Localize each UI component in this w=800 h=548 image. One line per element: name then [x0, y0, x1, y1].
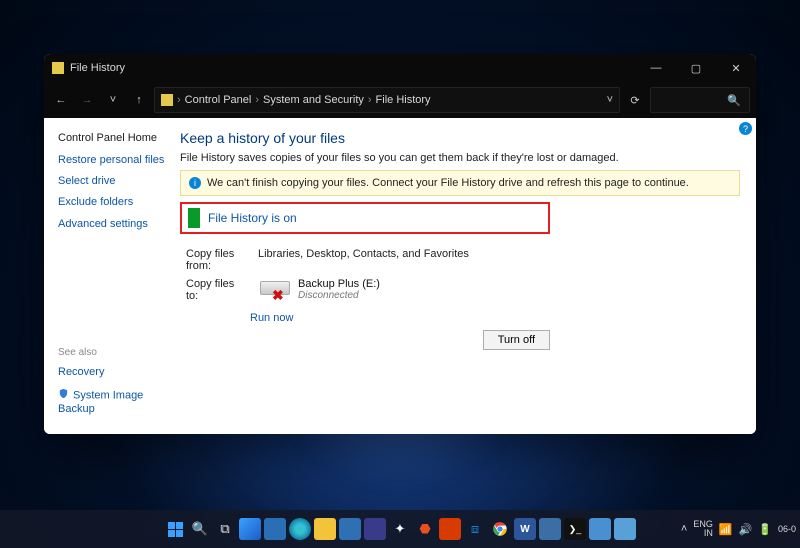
battery-icon[interactable]: 🔋 — [758, 523, 772, 536]
close-button[interactable]: ✕ — [716, 54, 756, 82]
forward-button[interactable]: → — [76, 88, 98, 112]
chevron-right-icon: › — [255, 94, 259, 106]
tray-chevron-icon[interactable]: ˄ — [681, 523, 687, 535]
app-icon — [52, 62, 64, 74]
wifi-icon[interactable]: 📶 — [719, 523, 733, 536]
office-icon[interactable] — [439, 518, 461, 540]
seealso-system-image-backup[interactable]: System Image Backup — [58, 388, 170, 416]
terminal-icon[interactable]: ❯_ — [564, 518, 586, 540]
page-title: Keep a history of your files — [180, 130, 740, 146]
breadcrumb[interactable]: Control Panel — [185, 94, 252, 106]
address-dropdown-icon[interactable]: ˅ — [607, 94, 613, 106]
titlebar: File History — ▢ ✕ — [44, 54, 756, 82]
drive-icon: ✖ — [258, 279, 292, 301]
word-icon[interactable]: W — [514, 518, 536, 540]
shield-icon — [58, 388, 69, 403]
address-icon — [161, 94, 173, 106]
turn-off-button[interactable]: Turn off — [483, 330, 550, 350]
details-panel: Copy files from: Libraries, Desktop, Con… — [180, 244, 550, 324]
navigation-bar: ← → ˅ ↑ › Control Panel › System and Sec… — [44, 82, 756, 118]
copy-from-label: Copy files from: — [182, 246, 252, 274]
sidebar-item-exclude-folders[interactable]: Exclude folders — [58, 196, 170, 209]
drive-status: Disconnected — [298, 290, 380, 301]
status-badge-icon — [188, 208, 200, 228]
recent-locations-button[interactable]: ˅ — [102, 88, 124, 112]
clock[interactable]: 06-0 — [778, 525, 796, 534]
taskbar-app-icon[interactable] — [614, 518, 636, 540]
seealso-recovery[interactable]: Recovery — [58, 366, 170, 379]
main-panel: Keep a history of your files File Histor… — [174, 118, 756, 434]
dropbox-icon[interactable]: ⧈ — [464, 518, 486, 540]
breadcrumb[interactable]: File History — [376, 94, 431, 106]
page-description: File History saves copies of your files … — [180, 152, 740, 164]
status-box: File History is on — [180, 202, 550, 234]
address-bar[interactable]: › Control Panel › System and Security › … — [154, 87, 620, 113]
content-area: ? Control Panel Home Restore personal fi… — [44, 118, 756, 434]
taskbar-app-icon[interactable] — [364, 518, 386, 540]
up-button[interactable]: ↑ — [128, 88, 150, 112]
file-history-window: File History — ▢ ✕ ← → ˅ ↑ › Control Pan… — [44, 54, 756, 434]
copy-from-value: Libraries, Desktop, Contacts, and Favori… — [254, 246, 548, 274]
info-icon: i — [189, 177, 201, 189]
run-now-link[interactable]: Run now — [250, 312, 293, 324]
start-button[interactable] — [164, 518, 186, 540]
window-title: File History — [70, 62, 125, 74]
control-panel-home-link[interactable]: Control Panel Home — [58, 132, 170, 144]
sidebar: Control Panel Home Restore personal file… — [44, 118, 174, 434]
taskbar-search-icon[interactable]: 🔍 — [189, 518, 211, 540]
widgets-icon[interactable] — [239, 518, 261, 540]
system-tray: ˄ ENGIN 📶 🔊 🔋 06-0 — [681, 520, 796, 538]
store-icon[interactable] — [339, 518, 361, 540]
sidebar-item-advanced-settings[interactable]: Advanced settings — [58, 218, 170, 231]
language-indicator[interactable]: ENGIN — [693, 520, 713, 538]
taskbar-app-icon[interactable] — [539, 518, 561, 540]
maximize-button[interactable]: ▢ — [676, 54, 716, 82]
taskbar-app-icon[interactable] — [264, 518, 286, 540]
copy-to-label: Copy files to: — [182, 276, 252, 304]
warning-banner: i We can't finish copying your files. Co… — [180, 170, 740, 196]
drive-name: Backup Plus (E:) — [298, 278, 380, 290]
seealso-heading: See also — [58, 347, 170, 358]
chevron-right-icon: › — [177, 94, 181, 106]
chrome-icon[interactable] — [489, 518, 511, 540]
minimize-button[interactable]: — — [636, 54, 676, 82]
warning-text: We can't finish copying your files. Conn… — [207, 177, 689, 189]
task-view-icon[interactable]: ⧉ — [214, 518, 236, 540]
sidebar-item-restore[interactable]: Restore personal files — [58, 154, 170, 167]
chevron-right-icon: › — [368, 94, 372, 106]
breadcrumb[interactable]: System and Security — [263, 94, 364, 106]
refresh-button[interactable]: ⟳ — [624, 88, 646, 112]
back-button[interactable]: ← — [50, 88, 72, 112]
search-box[interactable]: 🔍 — [650, 87, 750, 113]
disconnected-x-icon: ✖ — [272, 287, 284, 304]
search-icon: 🔍 — [727, 94, 741, 107]
taskbar-app-icon[interactable]: ✦ — [389, 518, 411, 540]
explorer-icon[interactable] — [314, 518, 336, 540]
edge-icon[interactable] — [289, 518, 311, 540]
volume-icon[interactable]: 🔊 — [739, 523, 753, 536]
status-text: File History is on — [208, 211, 297, 225]
sidebar-item-select-drive[interactable]: Select drive — [58, 175, 170, 188]
taskbar: 🔍 ⧉ ✦ ⬣ ⧈ W ❯_ ˄ ENGIN 📶 🔊 🔋 06-0 — [0, 510, 800, 548]
taskbar-app-icon[interactable] — [589, 518, 611, 540]
taskbar-app-icon[interactable]: ⬣ — [414, 518, 436, 540]
